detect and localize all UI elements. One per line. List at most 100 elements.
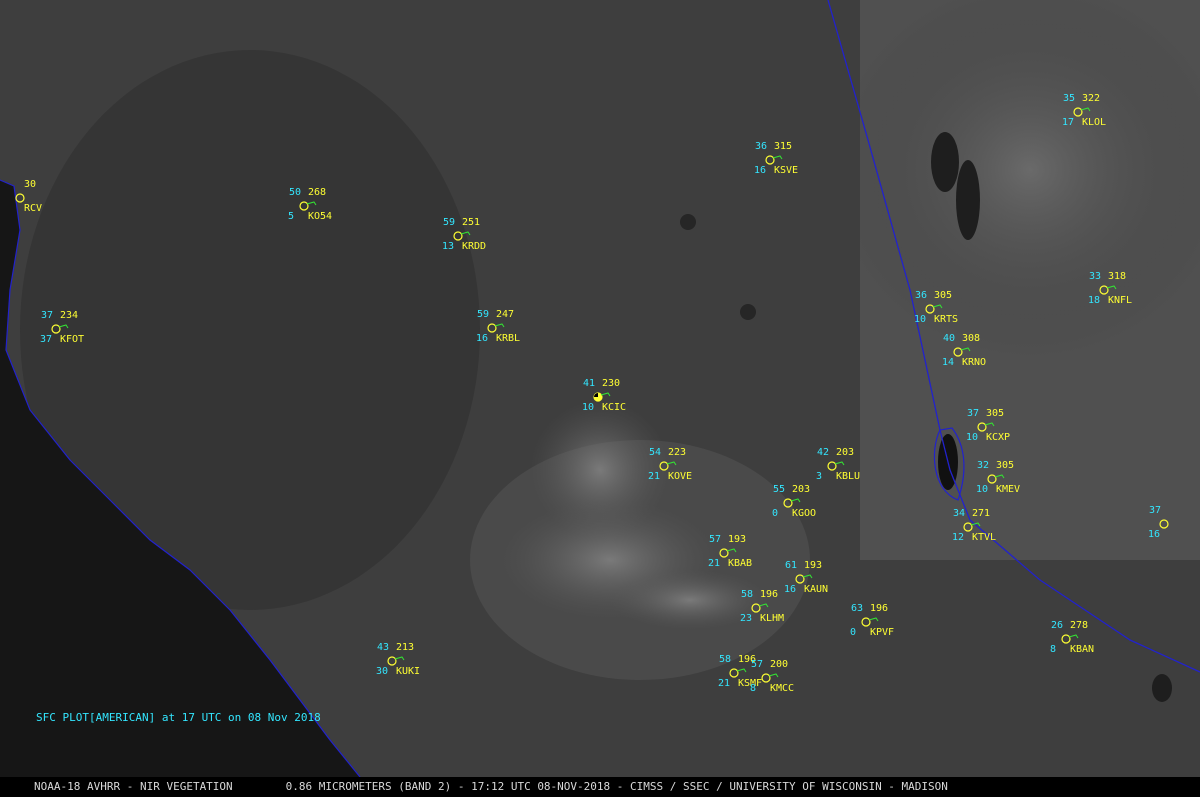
station-temperature: 50 bbox=[289, 187, 302, 198]
station-temperature: 57 bbox=[751, 659, 764, 670]
station-temperature: 33 bbox=[1089, 271, 1102, 282]
station-temperature: 58 bbox=[719, 654, 732, 665]
station-visibility: 0 bbox=[772, 508, 779, 519]
station-id: KMEV bbox=[996, 484, 1021, 495]
station-temperature: 59 bbox=[443, 217, 456, 228]
station-id: KCXP bbox=[986, 432, 1011, 443]
station-visibility: 37 bbox=[40, 334, 53, 345]
station-pressure: 251 bbox=[462, 217, 481, 228]
station-pressure: 196 bbox=[760, 589, 779, 600]
station-id: KMCC bbox=[770, 683, 795, 694]
station-visibility: 18 bbox=[1088, 295, 1101, 306]
image-caption: NOAA-18 AVHRR - NIR VEGETATION 0.86 MICR… bbox=[0, 777, 1200, 797]
station-id: KCIC bbox=[602, 402, 627, 413]
station-id: KRNO bbox=[962, 357, 987, 368]
station-temperature: 37 bbox=[1149, 505, 1162, 516]
station-id: KOVE bbox=[668, 471, 693, 482]
station-visibility: 16 bbox=[784, 584, 797, 595]
mono-lake bbox=[1152, 674, 1172, 702]
station-pressure: 200 bbox=[770, 659, 789, 670]
station-temperature: 61 bbox=[785, 560, 798, 571]
station-visibility: 0 bbox=[850, 627, 857, 638]
station-visibility: 10 bbox=[914, 314, 927, 325]
shasta-lake bbox=[680, 214, 696, 230]
station-id: KRTS bbox=[934, 314, 959, 325]
station-pressure: 30 bbox=[24, 179, 37, 190]
station-visibility: 10 bbox=[582, 402, 595, 413]
station-temperature: 36 bbox=[755, 141, 768, 152]
station-visibility: 10 bbox=[966, 432, 979, 443]
station-pressure: 305 bbox=[996, 460, 1015, 471]
station-pressure: 196 bbox=[870, 603, 889, 614]
station-pressure: 247 bbox=[496, 309, 515, 320]
station-temperature: 63 bbox=[851, 603, 864, 614]
station-pressure: 203 bbox=[792, 484, 811, 495]
station-pressure: 305 bbox=[986, 408, 1005, 419]
station-id: KRBL bbox=[496, 333, 521, 344]
station-id: KRDD bbox=[462, 241, 487, 252]
station-pressure: 268 bbox=[308, 187, 327, 198]
station-id: KLHM bbox=[760, 613, 785, 624]
station-temperature: 55 bbox=[773, 484, 786, 495]
station-id: KGOO bbox=[792, 508, 817, 519]
station-pressure: 305 bbox=[934, 290, 953, 301]
station-pressure: 315 bbox=[774, 141, 793, 152]
station-id: KAUN bbox=[804, 584, 829, 595]
station-temperature: 26 bbox=[1051, 620, 1064, 631]
station-visibility: 21 bbox=[648, 471, 661, 482]
station-id: KTVL bbox=[972, 532, 997, 543]
station-visibility: 23 bbox=[740, 613, 753, 624]
station-id: KPVF bbox=[870, 627, 895, 638]
station-temperature: 32 bbox=[977, 460, 990, 471]
station-id: KNFL bbox=[1108, 295, 1133, 306]
station-visibility: 21 bbox=[718, 678, 731, 689]
station-id: RCV bbox=[24, 203, 43, 214]
honey-lake bbox=[956, 160, 980, 240]
station-temperature: 57 bbox=[709, 534, 722, 545]
station-temperature: 59 bbox=[477, 309, 490, 320]
station-pressure: 318 bbox=[1108, 271, 1127, 282]
station-temperature: 58 bbox=[741, 589, 754, 600]
station-pressure: 213 bbox=[396, 642, 415, 653]
station-pressure: 203 bbox=[836, 447, 855, 458]
station-id: KLOL bbox=[1082, 117, 1107, 128]
station-marker bbox=[1159, 519, 1169, 529]
station-temperature: 40 bbox=[943, 333, 956, 344]
caption-text: NOAA-18 AVHRR - NIR VEGETATION 0.86 MICR… bbox=[34, 780, 948, 793]
station-visibility: 16 bbox=[1148, 529, 1161, 540]
station-visibility: 30 bbox=[376, 666, 389, 677]
station-visibility: 10 bbox=[976, 484, 989, 495]
station-visibility: 5 bbox=[288, 211, 295, 222]
station-id: KBLU bbox=[836, 471, 861, 482]
station-pressure: 278 bbox=[1070, 620, 1089, 631]
station-pressure: 193 bbox=[728, 534, 747, 545]
station-visibility: 8 bbox=[1050, 644, 1057, 655]
station-visibility: 3 bbox=[816, 471, 823, 482]
station-visibility: 14 bbox=[942, 357, 955, 368]
station-visibility: 8 bbox=[750, 683, 757, 694]
station-pressure: 308 bbox=[962, 333, 981, 344]
lake-almanor bbox=[931, 132, 959, 192]
station-temperature: 41 bbox=[583, 378, 596, 389]
station-visibility: 21 bbox=[708, 558, 721, 569]
station-id: KBAB bbox=[728, 558, 753, 569]
reservoir bbox=[740, 304, 756, 320]
satellite-map: 30 RCV 50 268 5 KO54 59 251 13 KRDD 37 234 37 KFOT 59 2… bbox=[0, 0, 1200, 797]
station-id: KO54 bbox=[308, 211, 333, 222]
station-id: KFOT bbox=[60, 334, 85, 345]
station-visibility: 12 bbox=[952, 532, 965, 543]
station-temperature: 34 bbox=[953, 508, 966, 519]
station-visibility: 13 bbox=[442, 241, 455, 252]
station-pressure: 234 bbox=[60, 310, 79, 321]
station-visibility: 17 bbox=[1062, 117, 1075, 128]
station-temperature: 37 bbox=[967, 408, 980, 419]
station-temperature: 36 bbox=[915, 290, 928, 301]
station-pressure: 230 bbox=[602, 378, 621, 389]
station-temperature: 43 bbox=[377, 642, 390, 653]
station-pressure: 193 bbox=[804, 560, 823, 571]
station-pressure: 223 bbox=[668, 447, 687, 458]
plot-title: SFC PLOT[AMERICAN] at 17 UTC on 08 Nov 2… bbox=[36, 711, 321, 724]
station-temperature: 42 bbox=[817, 447, 830, 458]
station-visibility: 16 bbox=[754, 165, 767, 176]
station-visibility: 16 bbox=[476, 333, 489, 344]
